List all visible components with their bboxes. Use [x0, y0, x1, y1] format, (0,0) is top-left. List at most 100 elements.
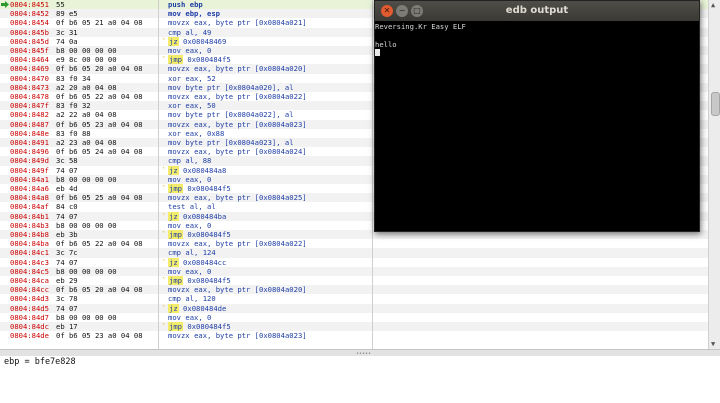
- instruction-bytes: b8 00 00 00 00: [56, 220, 117, 230]
- instruction-mnemonic: xor: [168, 101, 181, 111]
- disasm-row[interactable]: 0804:84c5 b8 00 00 00 00 mov eax, 0: [0, 266, 708, 276]
- edb-output-window[interactable]: ✕ − □ edb output Reversing.Kr Easy ELF h…: [374, 0, 700, 232]
- disasm-row[interactable]: 0804:84c3 74 07 ` jz 0x080484cc: [0, 257, 708, 267]
- instruction-operands: 0x08048469: [183, 36, 227, 46]
- instruction-operands: eax, byte ptr [0x0804a022]: [194, 92, 307, 101]
- instruction-operands: eax, 52: [185, 73, 216, 83]
- instruction-operands: al, 120: [185, 294, 216, 304]
- instruction-operands: eax, byte ptr [0x0804a023]: [194, 331, 307, 341]
- disasm-row[interactable]: 0804:84d7 b8 00 00 00 00 mov eax, 0: [0, 313, 708, 322]
- instruction-address: 0804:8451: [10, 0, 49, 9]
- scrollbar-thumb[interactable]: [711, 92, 720, 116]
- disasm-row[interactable]: 0804:84d5 74 07 ` jz 0x080484de: [0, 303, 708, 313]
- instruction-address: 0804:84c5: [10, 266, 49, 276]
- scroll-down-arrow-icon[interactable]: ▼: [711, 340, 715, 348]
- instruction-address: 0804:845b: [10, 27, 49, 37]
- instruction-address: 0804:84af: [10, 202, 49, 212]
- instruction-operands: byte ptr [0x0804a023], al: [185, 138, 294, 147]
- column-divider: [158, 0, 159, 349]
- jump-marker: `: [162, 36, 167, 46]
- instruction-address: 0804:84b3: [10, 220, 49, 230]
- instruction-mnemonic: mov: [168, 174, 181, 184]
- instruction-mnemonic: jmp: [168, 322, 183, 332]
- instruction-bytes: 84 c0: [56, 202, 78, 212]
- terminal-output[interactable]: Reversing.Kr Easy ELF hello: [375, 21, 699, 231]
- instruction-address: 0804:8496: [10, 147, 49, 157]
- instruction-operands: eax, byte ptr [0x0804a020]: [194, 285, 307, 295]
- instruction-mnemonic: movzx: [168, 64, 190, 74]
- instruction-address: 0804:848e: [10, 128, 49, 138]
- instruction-bytes: 55: [56, 0, 65, 9]
- disasm-row[interactable]: 0804:84cc 0f b6 05 20 a0 04 08 movzx eax, b…: [0, 285, 708, 295]
- instruction-operands: eax, 0: [185, 174, 212, 184]
- instruction-mnemonic: movzx: [168, 92, 190, 101]
- disasm-row[interactable]: 0804:84ba 0f b6 05 22 a0 04 08 movzx eax, b…: [0, 239, 708, 248]
- jump-marker: `: [162, 276, 167, 285]
- instruction-mnemonic: jz: [168, 36, 179, 46]
- instruction-operands: byte ptr [0x0804a020], al: [185, 82, 294, 92]
- instruction-address: 0804:84a8: [10, 193, 49, 203]
- instruction-operands: eax, byte ptr [0x0804a022]: [194, 239, 307, 249]
- instruction-address: 0804:849f: [10, 165, 49, 175]
- instruction-bytes: 83 f0 34: [56, 73, 91, 83]
- disassembly-scrollbar[interactable]: ▲ ▼: [708, 0, 720, 349]
- instruction-operands: 0x080484cc: [183, 257, 227, 267]
- instruction-bytes: 74 07: [56, 257, 78, 267]
- register-info-pane: ebp = bfe7e828: [0, 356, 720, 403]
- window-titlebar[interactable]: ✕ − □ edb output: [375, 1, 699, 21]
- instruction-mnemonic: jmp: [168, 276, 183, 286]
- instruction-address: 0804:8469: [10, 64, 49, 74]
- instruction-mnemonic: mov: [168, 266, 181, 276]
- instruction-bytes: 0f b6 05 24 a0 04 08: [56, 147, 143, 157]
- instruction-operands: eax, byte ptr [0x0804a024]: [194, 147, 307, 157]
- instruction-address: 0804:84ca: [10, 276, 49, 285]
- instruction-operands: al, 88: [185, 156, 212, 166]
- instruction-mnemonic: jz: [168, 257, 179, 267]
- instruction-operands: 0x080484f5: [187, 184, 231, 193]
- instruction-address: 0804:84cc: [10, 285, 49, 295]
- instruction-mnemonic: cmp: [168, 248, 181, 258]
- instruction-bytes: 0f b6 05 20 a0 04 08: [56, 64, 143, 74]
- instruction-operands: 0x080484a8: [183, 165, 227, 175]
- instruction-operands: eax, byte ptr [0x0804a020]: [194, 64, 307, 74]
- instruction-bytes: 83 f0 88: [56, 128, 91, 138]
- instruction-operands: eax, 0: [185, 266, 212, 276]
- jump-marker: `: [162, 55, 167, 65]
- instruction-mnemonic: mov: [168, 9, 181, 19]
- instruction-operands: 0x080484f5: [187, 55, 231, 65]
- instruction-mnemonic: movzx: [168, 285, 190, 295]
- disasm-row[interactable]: 0804:84d3 3c 78 cmp al, 120: [0, 294, 708, 303]
- scroll-up-arrow-icon[interactable]: ▲: [711, 1, 715, 9]
- instruction-bytes: 3c 31: [56, 27, 78, 37]
- instruction-address: 0804:8482: [10, 110, 49, 120]
- instruction-bytes: b8 00 00 00 00: [56, 266, 117, 276]
- instruction-address: 0804:849d: [10, 156, 49, 166]
- instruction-address: 0804:847f: [10, 101, 49, 111]
- instruction-operands: al, al: [189, 202, 216, 212]
- jump-marker: `: [162, 257, 167, 267]
- instruction-bytes: 89 e5: [56, 9, 78, 19]
- instruction-address: 0804:84c1: [10, 248, 49, 258]
- instruction-bytes: eb 3b: [56, 230, 78, 239]
- disasm-row[interactable]: 0804:84c1 3c 7c cmp al, 124: [0, 248, 708, 258]
- instruction-bytes: b8 00 00 00 00: [56, 312, 117, 322]
- window-title: edb output: [505, 5, 569, 16]
- instruction-mnemonic: cmp: [168, 27, 181, 37]
- instruction-mnemonic: push: [168, 0, 186, 9]
- instruction-address: 0804:8491: [10, 138, 49, 147]
- instruction-mnemonic: jz: [168, 303, 179, 313]
- instruction-bytes: eb 29: [56, 276, 78, 285]
- instruction-bytes: 3c 78: [56, 294, 78, 304]
- jump-marker: `: [162, 230, 167, 239]
- instruction-operands: byte ptr [0x0804a022], al: [185, 110, 294, 120]
- instruction-address: 0804:8473: [10, 82, 49, 92]
- instruction-mnemonic: movzx: [168, 193, 190, 203]
- disasm-row[interactable]: 0804:84ca eb 29 ` jmp 0x080484f5: [0, 276, 708, 286]
- instruction-mnemonic: jz: [168, 211, 179, 221]
- instruction-bytes: 74 07: [56, 165, 78, 175]
- instruction-address: 0804:84dc: [10, 322, 49, 331]
- disasm-row[interactable]: 0804:84de 0f b6 05 23 a0 04 08 movzx eax, b…: [0, 331, 708, 340]
- instruction-mnemonic: mov: [168, 110, 181, 120]
- instruction-mnemonic: movzx: [168, 239, 190, 249]
- disasm-row[interactable]: 0804:84dc eb 17 ` jmp 0x080484f5: [0, 322, 708, 332]
